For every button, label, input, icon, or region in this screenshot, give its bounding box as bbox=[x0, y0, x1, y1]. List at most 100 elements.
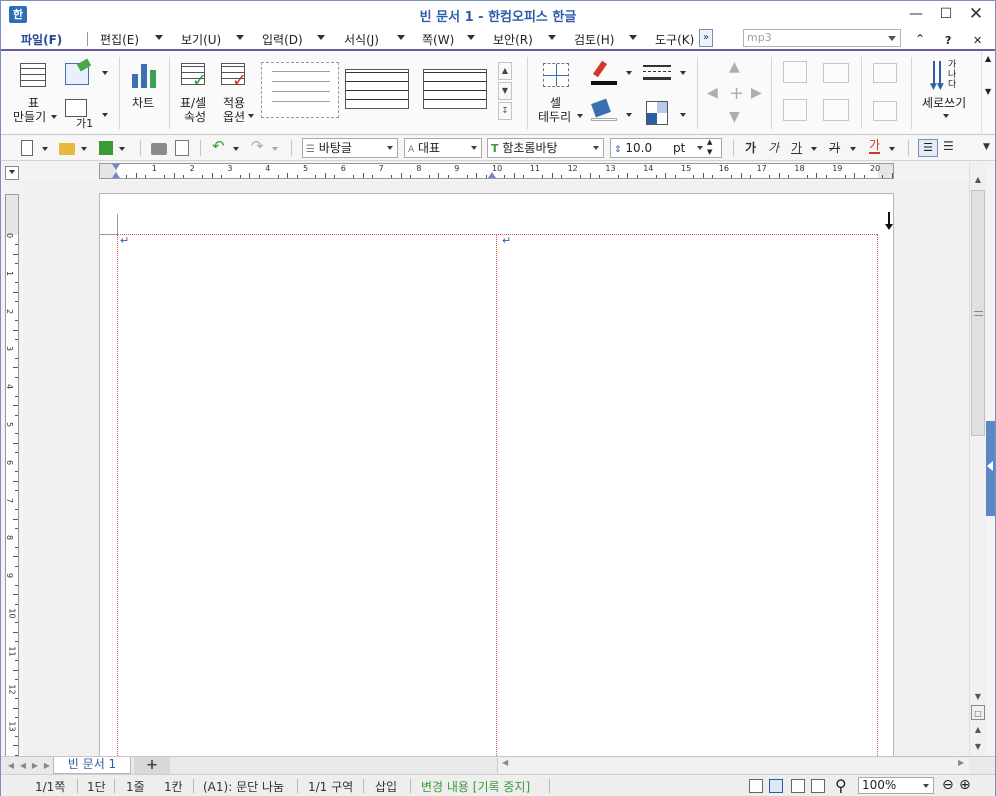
cell-border-icon[interactable] bbox=[543, 63, 569, 87]
menu-security-dropdown-icon[interactable] bbox=[548, 35, 556, 40]
font-color-button[interactable]: 가 bbox=[869, 139, 881, 154]
prev-tab-button[interactable]: ◀ bbox=[17, 759, 29, 773]
language-dropdown-icon[interactable] bbox=[471, 146, 477, 150]
font-size-spinner[interactable]: ▲ ▼ bbox=[707, 137, 712, 157]
table-style-dotted[interactable] bbox=[421, 62, 491, 118]
zoom-icon[interactable]: ⚲ bbox=[835, 776, 847, 795]
scroll-down-button[interactable]: ▼ bbox=[970, 689, 986, 704]
cell-border-dropdown-icon[interactable] bbox=[577, 114, 583, 118]
page-down-button[interactable]: ▼ bbox=[970, 739, 986, 754]
menu-format-dropdown-icon[interactable] bbox=[397, 35, 405, 40]
menu-file[interactable]: 파일(F) bbox=[21, 31, 62, 48]
scroll-thumb[interactable] bbox=[971, 190, 985, 436]
doc-close-icon[interactable]: ✕ bbox=[973, 34, 982, 47]
view-normal-icon[interactable] bbox=[749, 779, 763, 793]
menu-review[interactable]: 검토(H) bbox=[574, 31, 614, 48]
apply-options-dropdown-icon[interactable] bbox=[248, 114, 254, 118]
table-style-none[interactable] bbox=[261, 62, 339, 118]
apply-options-label-2[interactable]: 옵션 bbox=[223, 108, 245, 125]
table-properties-label-2[interactable]: 속성 bbox=[184, 108, 206, 125]
align-justify-button[interactable]: ☰ bbox=[918, 139, 938, 157]
print-preview-icon[interactable] bbox=[175, 140, 189, 156]
left-indent-marker[interactable] bbox=[112, 172, 120, 178]
border-line-type-icon[interactable] bbox=[643, 63, 671, 81]
redo-icon[interactable]: ↷ bbox=[251, 137, 264, 155]
redo-dropdown-icon[interactable] bbox=[272, 147, 278, 151]
menu-format[interactable]: 서식(J) bbox=[344, 31, 379, 48]
ribbon-collapse-icon[interactable]: ⌃ bbox=[915, 32, 925, 46]
underline-button[interactable]: 가 bbox=[791, 139, 802, 156]
open-dropdown-icon[interactable] bbox=[81, 147, 87, 151]
scroll-right-button[interactable]: ▶ bbox=[958, 758, 964, 767]
table-properties-icon[interactable]: ✓ bbox=[181, 63, 207, 91]
column-marker[interactable] bbox=[488, 172, 496, 178]
table-style-grid[interactable] bbox=[343, 62, 411, 118]
document-page[interactable]: ↵ ↵ bbox=[99, 193, 894, 756]
first-line-indent-marker[interactable] bbox=[112, 164, 120, 170]
menu-view[interactable]: 보기(U) bbox=[181, 31, 221, 48]
language-select[interactable]: A 대표 bbox=[404, 138, 482, 158]
font-select[interactable]: T 함초롬바탕 bbox=[487, 138, 604, 158]
save-icon[interactable] bbox=[99, 141, 113, 155]
cell-shade-icon[interactable] bbox=[646, 101, 668, 125]
strikethrough-dropdown-icon[interactable] bbox=[850, 147, 856, 151]
menu-view-dropdown-icon[interactable] bbox=[236, 35, 244, 40]
tab-document-1[interactable]: 빈 문서 1 bbox=[53, 757, 131, 774]
view-outline-icon[interactable] bbox=[791, 779, 805, 793]
gallery-more-button[interactable]: ↧ bbox=[498, 102, 512, 120]
ribbon-scroll-down-icon[interactable]: ▼ bbox=[985, 87, 991, 96]
make-table-label-2[interactable]: 만들기 bbox=[13, 108, 46, 125]
undo-dropdown-icon[interactable] bbox=[233, 147, 239, 151]
font-dropdown-icon[interactable] bbox=[593, 146, 599, 150]
page-up-button[interactable]: ▲ bbox=[970, 722, 986, 737]
align-left-button[interactable]: ☰ bbox=[943, 139, 954, 153]
cell-edit-dropdown-icon[interactable] bbox=[102, 71, 108, 75]
status-insert-mode[interactable]: 삽입 bbox=[375, 778, 397, 795]
search-dropdown-icon[interactable] bbox=[888, 36, 896, 41]
gallery-up-button[interactable]: ▲ bbox=[498, 62, 512, 80]
status-page[interactable]: 1/1쪽 bbox=[35, 778, 65, 795]
horizontal-scrollbar[interactable]: ◀ ▶ bbox=[497, 758, 969, 773]
menu-input-dropdown-icon[interactable] bbox=[317, 35, 325, 40]
close-button[interactable]: ✕ bbox=[961, 3, 991, 25]
italic-button[interactable]: 가 bbox=[768, 139, 779, 156]
border-color-icon[interactable] bbox=[591, 60, 617, 85]
vertical-writing-label[interactable]: 세로쓰기 bbox=[922, 94, 966, 111]
vertical-writing-dropdown-icon[interactable] bbox=[943, 114, 949, 118]
cell-border-label-2[interactable]: 테두리 bbox=[538, 108, 571, 125]
add-tab-button[interactable]: + bbox=[134, 757, 170, 774]
help-icon[interactable]: ? bbox=[945, 34, 951, 47]
new-document-icon[interactable] bbox=[21, 140, 33, 156]
view-web-icon[interactable] bbox=[811, 779, 825, 793]
gallery-down-button[interactable]: ▼ bbox=[498, 82, 512, 100]
document-editing-area[interactable]: ↵ ↵ bbox=[23, 182, 969, 756]
vertical-scrollbar[interactable]: ▲ ▼ □ ▲ ▼ bbox=[969, 162, 986, 759]
horizontal-ruler[interactable]: 1 2 3 4 5 6 7 8 9 10 11 12 13 14 15 16 17 18 19 20 bbox=[99, 163, 894, 179]
cell-edit-icon[interactable] bbox=[65, 58, 92, 85]
ribbon-scroll-up-icon[interactable]: ▲ bbox=[985, 54, 991, 63]
zoom-select[interactable]: 100% bbox=[858, 777, 934, 794]
maximize-button[interactable]: ☐ bbox=[931, 3, 961, 25]
menu-page-dropdown-icon[interactable] bbox=[467, 35, 475, 40]
font-size-input[interactable]: ⇕ 10.0 pt ▲ ▼ bbox=[610, 138, 722, 158]
next-tab-button[interactable]: ▶ bbox=[29, 759, 41, 773]
first-tab-button[interactable]: ◀ bbox=[5, 759, 17, 773]
cell-fill-dropdown-icon[interactable] bbox=[626, 113, 632, 117]
strikethrough-button[interactable]: 가 bbox=[829, 139, 840, 156]
save-dropdown-icon[interactable] bbox=[119, 147, 125, 151]
view-page-icon[interactable] bbox=[769, 779, 783, 793]
scroll-left-button[interactable]: ◀ bbox=[502, 758, 508, 767]
border-color-dropdown-icon[interactable] bbox=[626, 71, 632, 75]
zoom-in-icon[interactable]: ⊕ bbox=[959, 777, 971, 793]
last-tab-button[interactable]: ▶ bbox=[41, 759, 53, 773]
menu-edit[interactable]: 편집(E) bbox=[100, 31, 139, 48]
menu-page[interactable]: 쪽(W) bbox=[422, 31, 454, 48]
underline-dropdown-icon[interactable] bbox=[811, 147, 817, 151]
paragraph-style-dropdown-icon[interactable] bbox=[387, 146, 393, 150]
menu-review-dropdown-icon[interactable] bbox=[629, 35, 637, 40]
menu-more-button[interactable]: » bbox=[699, 29, 713, 47]
ruler-toggle-button[interactable] bbox=[5, 166, 19, 180]
menu-input[interactable]: 입력(D) bbox=[262, 31, 303, 48]
textbox-dropdown-icon[interactable] bbox=[102, 113, 108, 117]
vertical-writing-icon[interactable]: ▼▼ 가나다 bbox=[929, 60, 965, 94]
